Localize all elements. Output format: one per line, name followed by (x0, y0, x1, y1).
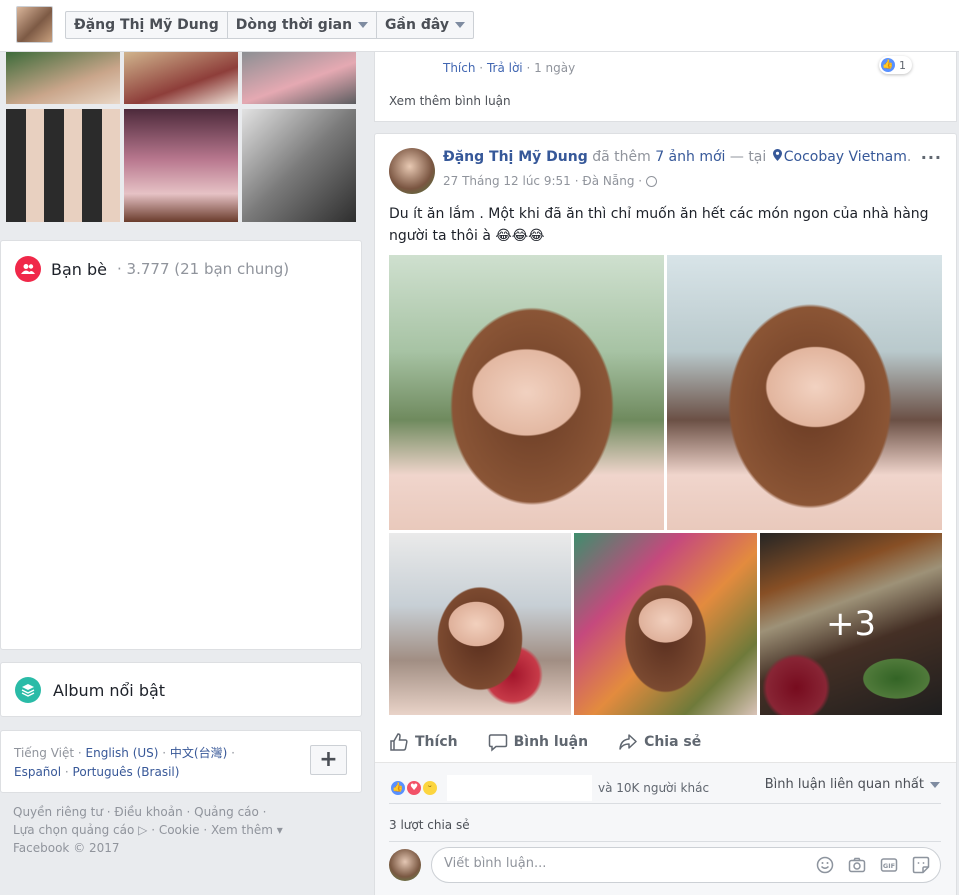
comment-reaction-badge[interactable]: 👍 1 (879, 56, 912, 74)
photo-thumbnail[interactable] (242, 52, 356, 104)
post-header: Đặng Thị Mỹ Dung đã thêm 7 ảnh mới — tại… (443, 149, 912, 165)
shares-count-link[interactable]: 3 lượt chia sẻ (389, 818, 470, 832)
post-place: · Đà Nẵng · (574, 174, 643, 188)
album-header[interactable]: Album nổi bật (15, 677, 165, 703)
featured-album-card: Album nổi bật (0, 662, 362, 717)
previous-post-comments: Thích · Trả lời · 1 ngày 👍 1 Xem thêm bì… (374, 52, 957, 122)
timeline-dropdown[interactable]: Dòng thời gian (228, 12, 378, 38)
see-more-comments-link[interactable]: Xem thêm bình luận (389, 94, 511, 108)
timeline-post: Đặng Thị Mỹ Dung đã thêm 7 ảnh mới — tại… (374, 133, 957, 895)
friends-card: Bạn bè · 3.777 (21 bạn chung) (0, 240, 362, 650)
comment-label: Bình luận (513, 734, 589, 750)
comment-sort-dropdown[interactable]: Bình luận liên quan nhất (765, 777, 940, 792)
share-arrow-icon (618, 732, 638, 752)
comment-input[interactable] (444, 856, 804, 871)
chevron-down-icon (930, 781, 940, 788)
comment-like-link[interactable]: Thích (443, 61, 475, 75)
friends-count: · 3.777 (21 bạn chung) (117, 260, 290, 278)
camera-icon[interactable] (848, 856, 866, 874)
share-label: Chia sẻ (644, 734, 702, 750)
add-language-button[interactable]: + (310, 745, 347, 775)
footer-line[interactable]: Quyền riêng tư · Điều khoản · Quảng cáo … (13, 803, 353, 821)
comment-button[interactable]: Bình luận (488, 727, 588, 757)
photo-thumbnail[interactable] (6, 109, 120, 222)
globe-icon[interactable] (646, 175, 658, 187)
profile-name-label: Đặng Thị Mỹ Dung (74, 17, 219, 33)
post-photo[interactable] (389, 255, 664, 530)
location-pin-icon (772, 149, 782, 161)
post-photo[interactable] (667, 255, 942, 530)
recent-dropdown[interactable]: Gần đây (377, 12, 473, 38)
chevron-down-icon (358, 22, 369, 28)
comment-composer: GIF (431, 847, 941, 883)
photo-thumbnail[interactable] (6, 52, 120, 104)
friends-header[interactable]: Bạn bè · 3.777 (21 bạn chung) (15, 256, 289, 282)
viewer-avatar (389, 849, 421, 881)
comment-actions: Thích · Trả lời · 1 ngày (443, 61, 576, 75)
recent-label: Gần đây (385, 17, 449, 33)
author-avatar[interactable] (389, 148, 435, 194)
profile-name-link[interactable]: Đặng Thị Mỹ Dung (66, 12, 228, 38)
reactions-text: và 10K người khác (598, 781, 710, 795)
friends-icon (15, 256, 41, 282)
more-photos-overlay[interactable]: +3 (760, 533, 942, 715)
svg-text:GIF: GIF (883, 862, 895, 870)
gif-icon[interactable]: GIF (880, 856, 898, 874)
friends-title: Bạn bè (51, 259, 108, 279)
post-photo[interactable]: +3 (760, 533, 942, 715)
profile-avatar[interactable] (16, 6, 53, 43)
like-label: Thích (415, 734, 458, 750)
language-link[interactable]: Português (Brasil) (73, 765, 180, 779)
copyright: Facebook © 2017 (13, 841, 120, 855)
language-link[interactable]: English (US) (86, 746, 159, 760)
post-action-bar: Thích Bình luận Chia sẻ (389, 727, 941, 757)
language-list: Tiếng Việt · English (US) · 中文(台灣) · Esp… (14, 746, 235, 779)
author-name-link[interactable]: Đặng Thị Mỹ Dung (443, 149, 588, 165)
location-link[interactable]: Cocobay Vietnam (784, 149, 907, 165)
emoji-icon[interactable] (816, 856, 834, 874)
post-options-button[interactable]: ··· (921, 148, 942, 167)
post-action-text: đã thêm (587, 149, 656, 165)
comment-bubble-icon (488, 732, 508, 752)
post-text: Du ít ăn lắm . Một khi đã ăn thì chỉ muố… (389, 206, 929, 244)
reactor-names-redacted (447, 775, 592, 801)
photo-thumbnail[interactable] (242, 109, 356, 222)
divider (389, 841, 941, 842)
thumbs-up-icon (389, 732, 409, 752)
comment-time: 1 ngày (534, 61, 576, 75)
footer-links: Quyền riêng tư · Điều khoản · Quảng cáo … (13, 803, 353, 857)
reaction-count: 1 (899, 58, 906, 72)
layers-icon (15, 677, 41, 703)
sticker-icon[interactable] (912, 856, 930, 874)
at-text: — tại (725, 149, 771, 165)
timeline-label: Dòng thời gian (235, 17, 353, 33)
post-photo[interactable] (389, 533, 571, 715)
divider (389, 803, 941, 804)
post-timestamp[interactable]: 27 Tháng 12 lúc 9:51 (443, 174, 571, 188)
like-button[interactable]: Thích (389, 727, 458, 757)
language-link[interactable]: Español (14, 765, 61, 779)
photo-thumbnail[interactable] (124, 52, 238, 104)
album-title: Album nổi bật (53, 680, 166, 700)
language-link[interactable]: 中文(台灣) (170, 746, 227, 760)
profile-nav: Đặng Thị Mỹ Dung Dòng thời gian Gần đây (65, 11, 474, 39)
share-button[interactable]: Chia sẻ (618, 727, 701, 757)
profile-header-bar: Đặng Thị Mỹ Dung Dòng thời gian Gần đây (0, 0, 959, 52)
sort-label: Bình luận liên quan nhất (764, 777, 924, 792)
language-current: Tiếng Việt (14, 746, 75, 760)
haha-reaction-icon: ᵕ (421, 779, 439, 797)
photo-thumbnail[interactable] (124, 109, 238, 222)
comment-reply-link[interactable]: Trả lời (487, 61, 523, 75)
thumbs-up-icon: 👍 (881, 58, 895, 72)
post-meta: 27 Tháng 12 lúc 9:51 · Đà Nẵng · (443, 174, 658, 188)
composer-tools: GIF (816, 856, 930, 874)
post-photo[interactable] (574, 533, 757, 715)
photos-grid (6, 52, 356, 222)
photos-link[interactable]: 7 ảnh mới (655, 149, 725, 165)
chevron-down-icon (455, 22, 465, 28)
reaction-summary[interactable]: 👍 ♥ ᵕ và 10K người khác (389, 775, 709, 801)
footer-line[interactable]: Lựa chọn quảng cáo ▷ · Cookie · Xem thêm… (13, 821, 353, 839)
reactions-section: 👍 ♥ ᵕ và 10K người khác Bình luận liên q… (375, 762, 956, 895)
language-card: Tiếng Việt · English (US) · 中文(台灣) · Esp… (0, 730, 362, 793)
